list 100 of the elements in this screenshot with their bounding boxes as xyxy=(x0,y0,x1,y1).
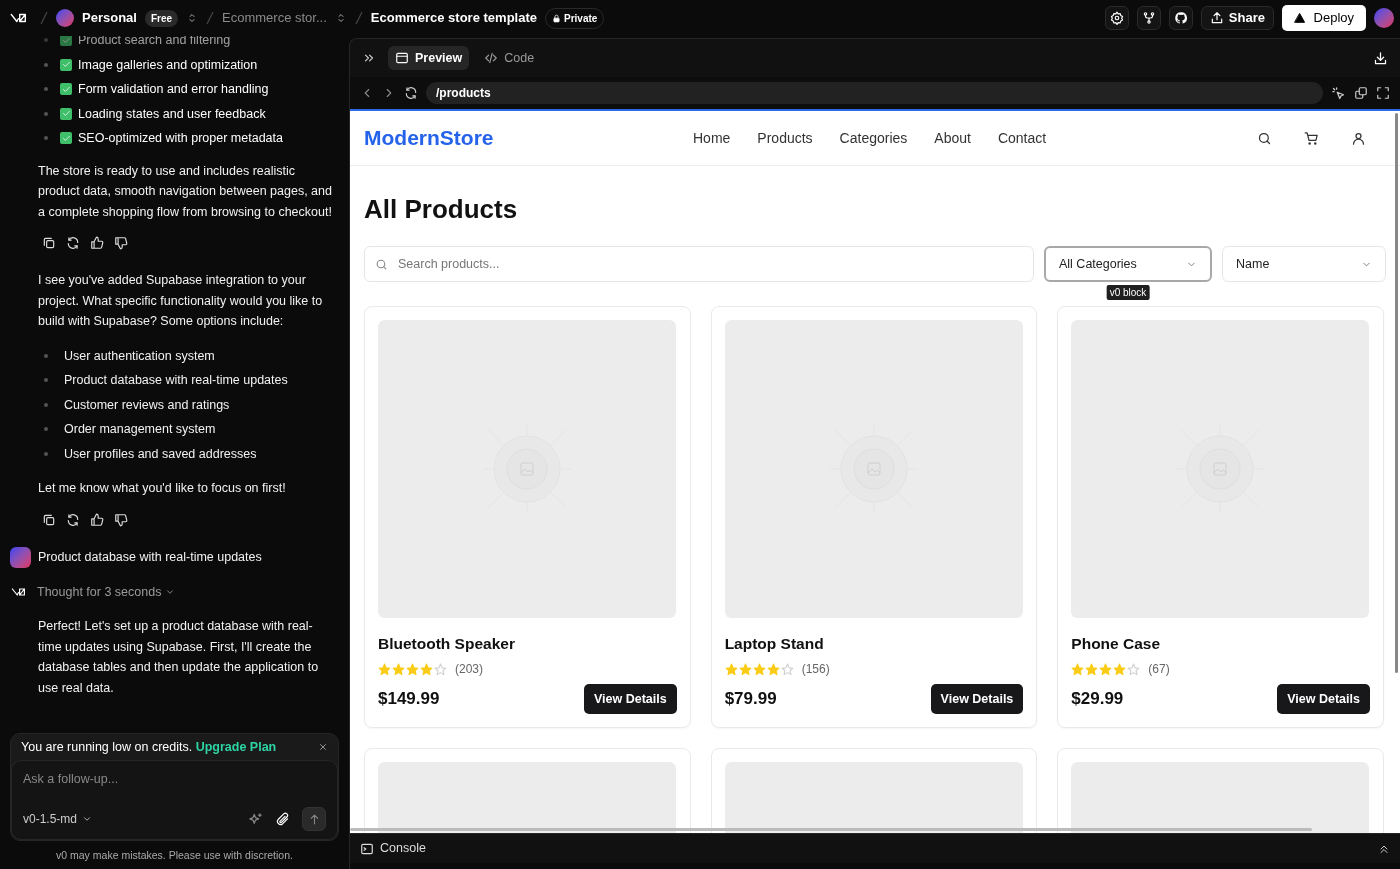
nav-link[interactable]: Categories xyxy=(839,127,908,149)
github-button[interactable] xyxy=(1168,6,1193,30)
bullet-icon xyxy=(44,38,48,43)
filter-dropdown[interactable]: All Categories xyxy=(1044,246,1212,282)
user-avatar xyxy=(10,546,31,568)
bullet-icon xyxy=(44,427,48,432)
thumbs-up-icon[interactable] xyxy=(90,512,104,527)
thought-toggle[interactable]: Thought for 3 seconds xyxy=(37,581,176,602)
checklist-item: SEO-optimized with proper metadata xyxy=(78,130,283,147)
filled-star-icon xyxy=(1085,662,1099,676)
search-input[interactable]: Search products... xyxy=(398,254,1023,274)
regenerate-icon[interactable] xyxy=(66,512,80,527)
filled-star-icon xyxy=(1071,662,1085,676)
close-icon[interactable] xyxy=(318,742,328,752)
tab[interactable]: Code xyxy=(477,46,542,70)
nav-link[interactable]: About xyxy=(934,127,971,149)
search-icon[interactable] xyxy=(1257,130,1272,146)
disclaimer-text: v0 may make mistakes. Please use with discretion. xyxy=(55,848,294,863)
filled-star-icon xyxy=(392,662,405,676)
code-icon xyxy=(484,51,499,65)
bullet-icon xyxy=(44,111,48,116)
fork-icon xyxy=(1141,11,1156,25)
scrollbar[interactable] xyxy=(350,828,1312,831)
download-icon[interactable] xyxy=(1373,50,1388,66)
triangle-icon xyxy=(1294,12,1306,24)
tab[interactable]: Preview xyxy=(388,46,470,70)
message-input[interactable]: Ask a follow-up... xyxy=(23,769,326,790)
thumbs-up-icon[interactable] xyxy=(90,236,104,250)
refresh-icon[interactable] xyxy=(404,86,418,100)
product-card[interactable]: Laptop Stand (156) $79.99 View Details xyxy=(710,306,1038,728)
share-button[interactable]: Share xyxy=(1200,6,1274,30)
product-price: $79.99 xyxy=(724,688,777,711)
product-card[interactable]: Bluetooth Speaker (203) $149.99 View Details xyxy=(364,306,691,728)
filter-dropdown[interactable]: Name xyxy=(1222,246,1386,282)
chat-message: Perfect! Let's set up a product database with real-time updates using Supabase. First, I'll create the database tables and then update the application to use real data. xyxy=(38,618,320,697)
bullet-icon xyxy=(44,136,48,141)
cart-icon[interactable] xyxy=(1304,130,1319,146)
thumbs-down-icon[interactable] xyxy=(114,512,128,527)
fullscreen-icon[interactable] xyxy=(1376,86,1390,100)
filled-star-icon xyxy=(1099,662,1113,676)
scrollbar[interactable] xyxy=(1395,113,1398,673)
paperclip-icon[interactable] xyxy=(275,811,290,827)
console-toggle[interactable]: Console xyxy=(360,839,426,858)
page-heading: All Products xyxy=(364,193,519,226)
project-switcher[interactable]: Ecommerce stor... xyxy=(222,8,327,28)
breadcrumb-separator-icon xyxy=(354,11,363,25)
nav-link[interactable]: Home xyxy=(693,127,731,149)
bullet-icon xyxy=(44,451,48,456)
filled-star-icon xyxy=(406,662,419,676)
view-details-button[interactable]: View Details xyxy=(930,684,1024,714)
store-logo[interactable]: ModernStore xyxy=(364,122,693,154)
search-field[interactable]: Search products... xyxy=(364,246,1034,282)
filled-star-icon xyxy=(752,662,766,676)
product-price: $29.99 xyxy=(1071,688,1124,711)
list-item: User profiles and saved addresses xyxy=(64,445,257,463)
model-selector[interactable]: v0-1.5-md xyxy=(23,808,93,830)
chevron-down-icon xyxy=(82,814,93,824)
workspace-name[interactable]: Personal xyxy=(82,8,137,28)
view-details-button[interactable]: View Details xyxy=(1277,684,1370,714)
regenerate-icon[interactable] xyxy=(66,236,80,250)
filled-star-icon xyxy=(1113,662,1127,676)
review-count: (203) xyxy=(455,661,483,678)
user-avatar[interactable] xyxy=(1374,8,1394,28)
new-window-icon[interactable] xyxy=(1354,86,1368,100)
nav-link[interactable]: Contact xyxy=(997,127,1047,149)
list-item: Customer reviews and ratings xyxy=(64,396,230,414)
bullet-icon xyxy=(44,378,48,383)
filled-star-icon xyxy=(724,662,738,676)
checklist-item: Form validation and error handling xyxy=(78,81,269,98)
user-icon[interactable] xyxy=(1351,130,1366,146)
breadcrumb-separator-icon xyxy=(206,11,215,25)
settings-button[interactable] xyxy=(1104,6,1129,30)
nav-link[interactable]: Products xyxy=(757,127,813,149)
copy-icon[interactable] xyxy=(42,512,56,527)
upgrade-link[interactable]: Upgrade Plan xyxy=(195,739,277,754)
project-title: Ecommerce store template xyxy=(370,9,537,28)
filled-star-icon xyxy=(738,662,752,676)
credits-notice: You are running low on credits. Upgrade Plan xyxy=(21,738,277,756)
thumbs-down-icon[interactable] xyxy=(114,236,128,250)
filled-star-icon xyxy=(378,662,391,676)
product-price: $149.99 xyxy=(378,688,440,711)
copy-icon[interactable] xyxy=(42,236,56,250)
settings-icon xyxy=(1109,11,1124,25)
collapse-icon[interactable] xyxy=(362,51,376,65)
send-button[interactable] xyxy=(302,807,326,831)
sparkle-icon[interactable] xyxy=(248,811,263,827)
chat-message: Let me know what you'd like to focus on first! xyxy=(38,480,287,497)
element-picker-icon[interactable] xyxy=(1331,85,1346,101)
filled-star-icon xyxy=(766,662,780,676)
avatar-icon xyxy=(56,9,74,27)
empty-star-icon xyxy=(434,662,447,676)
url-field[interactable]: /products xyxy=(426,82,1323,104)
deploy-button[interactable]: Deploy xyxy=(1282,5,1366,31)
view-details-button[interactable]: View Details xyxy=(583,684,677,714)
bullet-icon xyxy=(44,402,48,407)
product-name: Phone Case xyxy=(1071,634,1162,654)
product-card[interactable]: Phone Case (67) $29.99 View Details xyxy=(1057,306,1384,728)
fork-button[interactable] xyxy=(1136,6,1161,30)
window-icon xyxy=(395,51,409,65)
bullet-icon xyxy=(44,62,48,67)
